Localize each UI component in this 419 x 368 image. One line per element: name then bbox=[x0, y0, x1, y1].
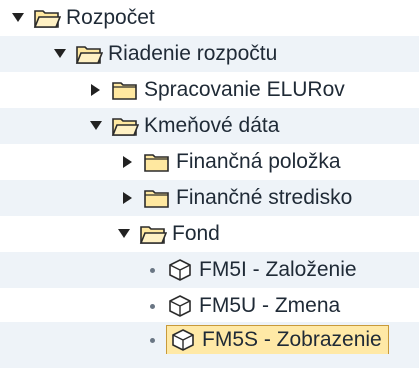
transaction-cube-icon bbox=[169, 328, 197, 352]
folder-open-icon bbox=[75, 42, 103, 66]
tree-node-financne-stredisko[interactable]: Finančné stredisko bbox=[0, 180, 419, 216]
tree-node-financna-polozka[interactable]: Finančná položka bbox=[0, 144, 419, 180]
leaf-bullet-icon bbox=[150, 267, 155, 273]
transaction-cube-icon bbox=[166, 258, 194, 282]
tree-node-label: Riadenie rozpočtu bbox=[108, 42, 278, 65]
tree-node-label: Finančná položka bbox=[176, 150, 341, 173]
selection-highlight[interactable]: FM5S - Zobrazenie bbox=[166, 325, 389, 355]
tree-node-label: Rozpočet bbox=[66, 6, 155, 29]
tree-row-partial bbox=[0, 354, 419, 368]
tree-node-spracovanie-elurov[interactable]: Spracovanie ELURov bbox=[0, 72, 419, 108]
expand-arrow-down-icon[interactable] bbox=[10, 10, 26, 26]
folder-open-icon bbox=[139, 222, 167, 246]
leaf-bullet-icon bbox=[150, 303, 155, 309]
tree-node-fm5s[interactable]: FM5S - Zobrazenie bbox=[0, 322, 419, 358]
expand-arrow-right-icon[interactable] bbox=[120, 154, 136, 170]
tree-node-label: FM5S - Zobrazenie bbox=[202, 328, 382, 351]
tree-node-fond[interactable]: Fond bbox=[0, 216, 419, 252]
expand-arrow-right-icon[interactable] bbox=[120, 190, 136, 206]
tree-node-rozpocet[interactable]: Rozpočet bbox=[0, 0, 419, 36]
folder-open-icon bbox=[111, 114, 139, 138]
tree-node-kmenove-data[interactable]: Kmeňové dáta bbox=[0, 108, 419, 144]
expand-arrow-down-icon[interactable] bbox=[52, 46, 68, 62]
folder-closed-icon bbox=[143, 186, 171, 210]
expand-arrow-down-icon[interactable] bbox=[88, 118, 104, 134]
tree-node-fm5u[interactable]: FM5U - Zmena bbox=[0, 288, 419, 324]
tree-node-label: Spracovanie ELURov bbox=[144, 78, 345, 101]
transaction-cube-icon bbox=[166, 294, 194, 318]
folder-closed-icon bbox=[111, 78, 139, 102]
tree-node-label: Kmeňové dáta bbox=[144, 114, 280, 137]
expand-arrow-right-icon[interactable] bbox=[88, 82, 104, 98]
leaf-bullet-icon bbox=[150, 337, 155, 343]
folder-closed-icon bbox=[143, 150, 171, 174]
tree-node-label: Fond bbox=[172, 222, 220, 245]
expand-arrow-down-icon[interactable] bbox=[116, 226, 132, 242]
folder-open-icon bbox=[33, 6, 61, 30]
tree-node-fm5i[interactable]: FM5I - Založenie bbox=[0, 252, 419, 288]
tree-node-riadenie-rozpoctu[interactable]: Riadenie rozpočtu bbox=[0, 36, 419, 72]
navigation-tree: Rozpočet Riadenie rozpočtu Spracovanie E… bbox=[0, 0, 419, 368]
tree-node-label: Finančné stredisko bbox=[176, 186, 353, 209]
tree-node-label: FM5I - Založenie bbox=[199, 258, 357, 281]
tree-node-label: FM5U - Zmena bbox=[199, 294, 341, 317]
